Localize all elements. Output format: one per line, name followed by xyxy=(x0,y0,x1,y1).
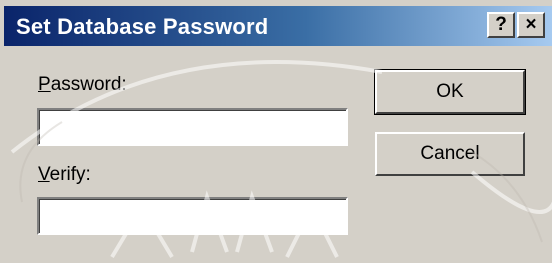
password-label: Password: xyxy=(38,74,127,96)
password-label-text: assword: xyxy=(50,74,127,95)
title-bar[interactable]: Set Database Password ? × xyxy=(4,6,552,46)
ok-button-label: OK xyxy=(436,81,464,102)
close-button[interactable]: × xyxy=(517,12,545,38)
ok-button[interactable]: OK xyxy=(374,69,526,115)
password-field[interactable] xyxy=(37,108,348,146)
verify-label-text: erify: xyxy=(49,164,91,185)
password-label-mnemonic: P xyxy=(38,74,51,95)
dialog-title: Set Database Password xyxy=(16,14,269,39)
verify-field[interactable] xyxy=(37,197,348,235)
dialog-window: Set Database Password ? × Password: Veri… xyxy=(0,0,552,263)
help-button[interactable]: ? xyxy=(487,12,515,38)
verify-label: Verify: xyxy=(38,164,91,186)
cancel-button[interactable]: Cancel xyxy=(375,132,525,176)
verify-label-mnemonic: V xyxy=(38,164,50,185)
cancel-button-label: Cancel xyxy=(420,143,480,164)
